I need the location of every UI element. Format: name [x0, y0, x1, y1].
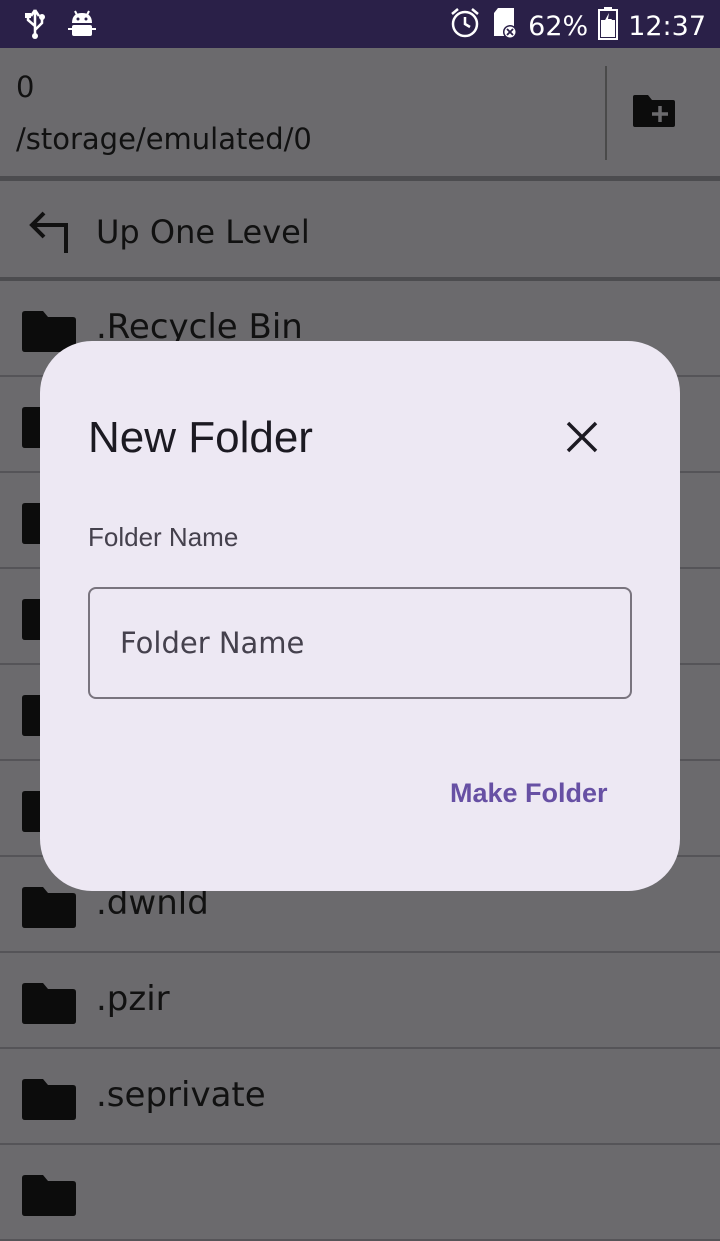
list-item[interactable]: .pzir: [0, 953, 720, 1049]
folder-icon: [21, 885, 77, 933]
clock: 12:37: [628, 11, 706, 42]
make-folder-button[interactable]: Make Folder: [450, 778, 608, 809]
usb-icon: [24, 8, 46, 44]
up-one-level-label: Up One Level: [96, 213, 310, 251]
sd-card-icon: [492, 6, 518, 47]
status-bar: 62% 12:37: [0, 0, 720, 48]
create-new-folder-button[interactable]: [632, 92, 680, 132]
current-folder-name: 0: [16, 70, 35, 104]
dialog-title: New Folder: [88, 413, 313, 462]
list-item[interactable]: [0, 1145, 720, 1241]
folder-icon: [21, 981, 77, 1029]
current-path: /storage/emulated/0: [16, 122, 312, 156]
directory-header: 0 /storage/emulated/0: [0, 48, 720, 176]
list-item[interactable]: .seprivate: [0, 1049, 720, 1145]
battery-charging-icon: [598, 6, 619, 47]
close-button[interactable]: [562, 417, 602, 457]
android-debug-icon: [68, 9, 96, 43]
folder-icon: [21, 1173, 77, 1221]
folder-name-label: Folder Name: [88, 522, 239, 552]
folder-icon: [21, 1077, 77, 1125]
subdirectory-arrow-left-icon: [28, 207, 72, 259]
close-icon: [566, 421, 598, 453]
new-folder-dialog: New Folder Folder Name Make Folder: [40, 341, 680, 891]
header-divider: [605, 66, 607, 160]
list-item-name: .seprivate: [96, 1075, 266, 1115]
up-one-level-item[interactable]: Up One Level: [0, 181, 720, 277]
alarm-icon: [448, 6, 482, 47]
battery-percent: 62%: [528, 11, 589, 42]
list-item-name: .pzir: [96, 979, 170, 1019]
folder-name-input[interactable]: [88, 587, 632, 699]
create-new-folder-icon: [633, 95, 675, 127]
